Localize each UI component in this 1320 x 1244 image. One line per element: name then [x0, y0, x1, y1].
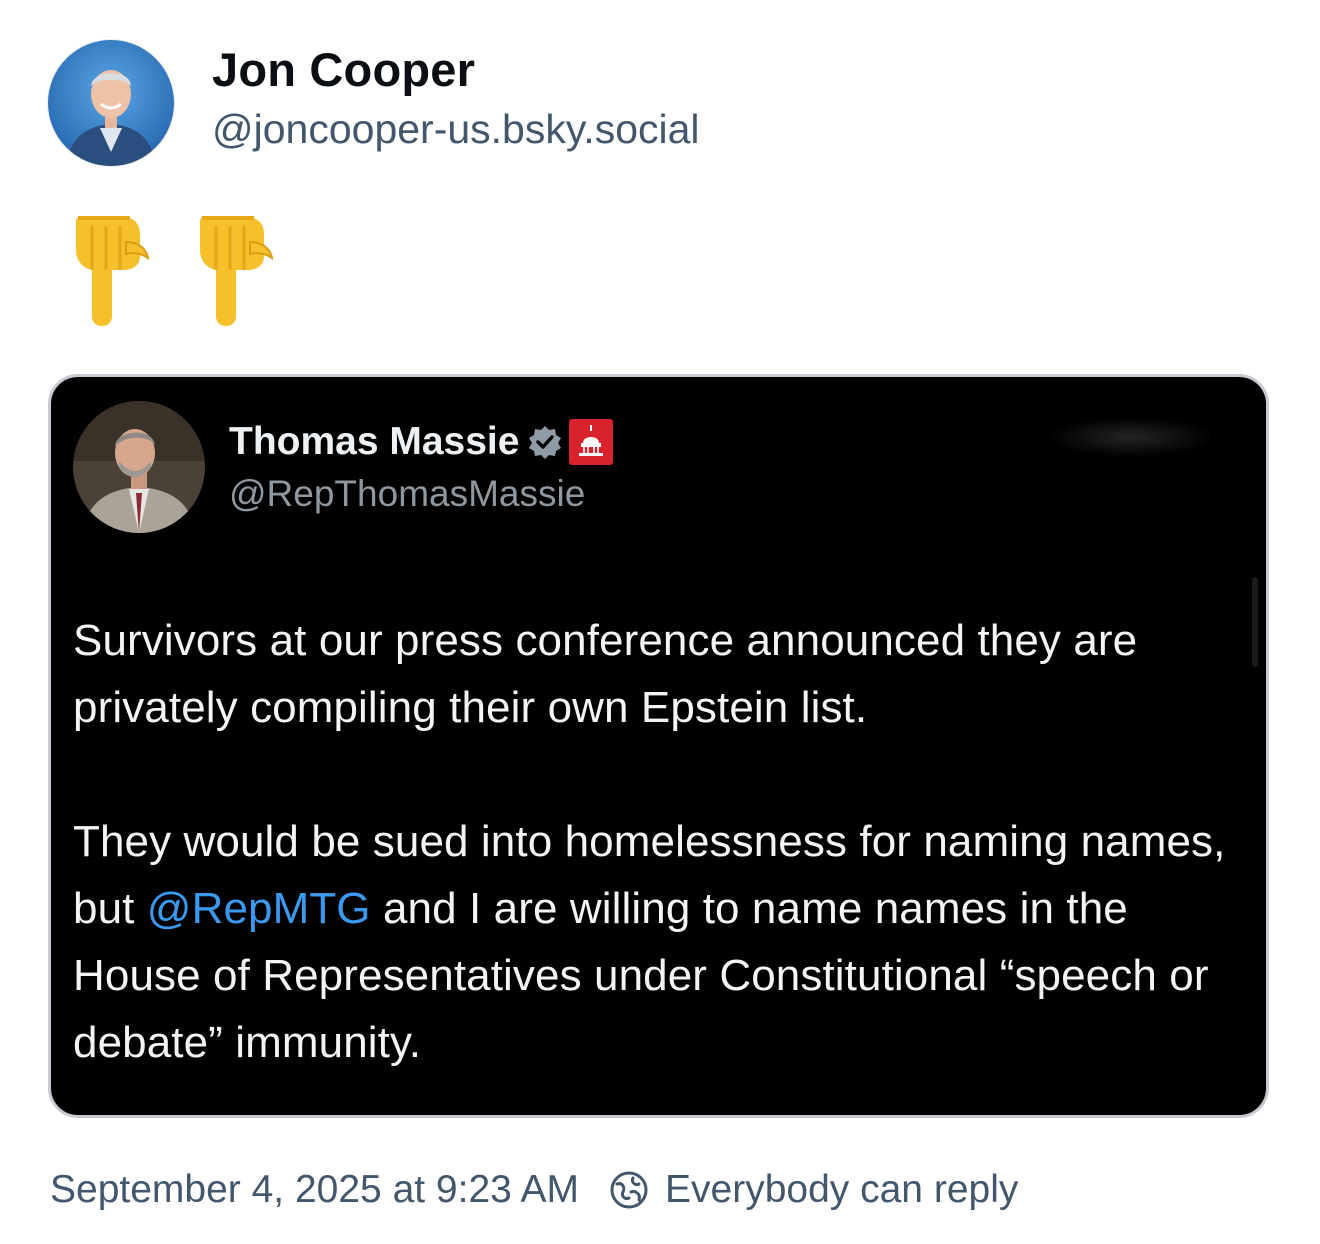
embed-header: Thomas Massie @RepThomasMassie: [73, 401, 614, 533]
verified-badge-icon: [529, 426, 562, 459]
post-author[interactable]: Jon Cooper @joncooper-us.bsky.social: [48, 40, 700, 166]
embed-paragraph: They would be sued into homelessness for…: [73, 808, 1233, 1076]
blurred-overlay: [1046, 417, 1216, 457]
embed-author-info: Thomas Massie @RepThomasMassie: [229, 415, 614, 515]
pointing-down-emoji-icon: [70, 212, 154, 328]
post-meta: September 4, 2025 at 9:23 AM Everybody c…: [50, 1168, 1018, 1212]
embed-author-avatar: [73, 401, 205, 533]
post-text: [70, 212, 278, 328]
author-avatar[interactable]: [48, 40, 174, 166]
pointing-down-emoji-icon: [194, 212, 278, 328]
embed-paragraph: Survivors at our press conference announ…: [73, 616, 1138, 732]
reply-setting[interactable]: Everybody can reply: [665, 1168, 1018, 1212]
mention-link: @RepMTG: [146, 884, 371, 933]
embedded-image[interactable]: Thomas Massie @RepThomasMassie Survivors…: [48, 374, 1269, 1118]
embed-name-row: Thomas Massie: [229, 415, 614, 469]
globe-reply-icon: [610, 1171, 648, 1209]
author-info: Jon Cooper @joncooper-us.bsky.social: [212, 39, 700, 157]
embed-handle: @RepThomasMassie: [229, 473, 586, 514]
embed-text: Survivors at our press conference announ…: [73, 607, 1233, 1076]
author-display-name[interactable]: Jon Cooper: [212, 39, 700, 101]
author-handle[interactable]: @joncooper-us.bsky.social: [212, 101, 700, 157]
scroll-indicator: [1252, 577, 1258, 667]
post-timestamp[interactable]: September 4, 2025 at 9:23 AM: [50, 1168, 579, 1212]
capitol-badge-icon: [569, 419, 614, 465]
embed-display-name: Thomas Massie: [229, 420, 520, 463]
